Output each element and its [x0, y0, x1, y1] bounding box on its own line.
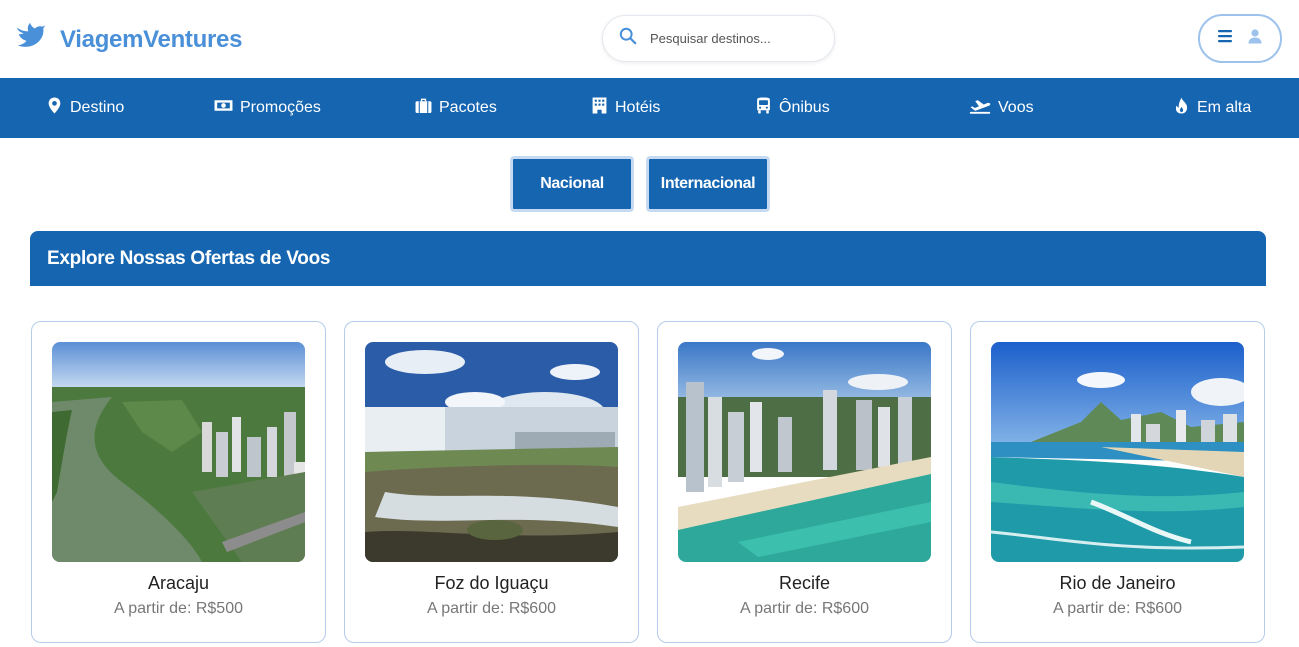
- tab-internacional[interactable]: Internacional: [646, 156, 770, 212]
- destination-image: [678, 342, 931, 562]
- destination-card-recife[interactable]: Recife A partir de: R$600: [657, 321, 952, 643]
- fire-icon: [1173, 97, 1190, 119]
- user-icon: [1247, 28, 1263, 49]
- dove-logo-icon: [14, 20, 48, 59]
- nav-item-onibus[interactable]: Ônibus: [755, 78, 830, 138]
- card-title: Rio de Janeiro: [1059, 573, 1176, 593]
- card-price: A partir de: R$600: [427, 600, 556, 617]
- destination-image: [991, 342, 1244, 562]
- main-nav: Destino Promoções Pacotes Hotéis Ônibus …: [0, 78, 1299, 138]
- nav-item-hoteis[interactable]: Hotéis: [591, 78, 660, 138]
- nav-item-label: Promoções: [240, 99, 321, 116]
- plane-departure-icon: [969, 97, 991, 119]
- bus-icon: [755, 97, 772, 119]
- brand-name: ViagemVentures: [60, 25, 243, 53]
- user-menu-button[interactable]: [1198, 14, 1282, 63]
- destination-card-foz-do-iguacu[interactable]: Foz do Iguaçu A partir de: R$600: [344, 321, 639, 643]
- card-title: Recife: [778, 573, 831, 593]
- search-icon: [619, 27, 637, 50]
- card-price: A partir de: R$600: [740, 600, 869, 617]
- destination-card-rio-de-janeiro[interactable]: Rio de Janeiro A partir de: R$600: [970, 321, 1265, 643]
- nav-item-voos[interactable]: Voos: [969, 78, 1034, 138]
- nav-item-label: Ônibus: [779, 99, 830, 116]
- nav-item-label: Hotéis: [615, 99, 661, 116]
- destination-image: [365, 342, 618, 562]
- money-bill-icon: [214, 97, 233, 119]
- section-title: Explore Nossas Ofertas de Voos: [30, 231, 1266, 286]
- tab-nacional[interactable]: Nacional: [510, 156, 634, 212]
- hamburger-menu-icon: [1217, 28, 1233, 49]
- search-bar[interactable]: [602, 15, 835, 62]
- hotel-icon: [591, 97, 608, 119]
- nav-item-promocoes[interactable]: Promoções: [214, 78, 321, 138]
- brand-logo[interactable]: ViagemVentures: [14, 20, 242, 59]
- nav-item-destino[interactable]: Destino: [46, 78, 124, 138]
- nav-item-em-alta[interactable]: Em alta: [1173, 78, 1251, 138]
- nav-item-label: Pacotes: [439, 99, 497, 116]
- card-title: Foz do Iguaçu: [434, 573, 549, 593]
- nav-item-label: Destino: [70, 99, 125, 116]
- card-price: A partir de: R$500: [114, 600, 243, 617]
- card-price: A partir de: R$600: [1053, 600, 1182, 617]
- nav-item-label: Voos: [998, 99, 1034, 116]
- search-input[interactable]: [650, 31, 820, 46]
- nav-item-pacotes[interactable]: Pacotes: [415, 78, 497, 138]
- card-title: Aracaju: [147, 573, 210, 593]
- suitcase-icon: [415, 97, 432, 119]
- map-pin-icon: [46, 97, 63, 119]
- header: ViagemVentures: [0, 0, 1299, 78]
- destination-card-aracaju[interactable]: Aracaju A partir de: R$500: [31, 321, 326, 643]
- destination-image: [52, 342, 305, 562]
- nav-item-label: Em alta: [1197, 99, 1252, 116]
